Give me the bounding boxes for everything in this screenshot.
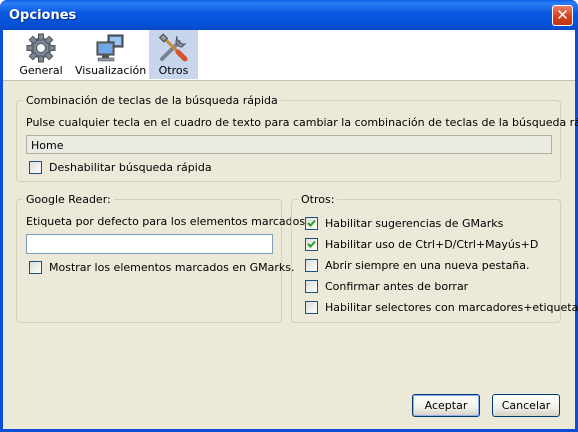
option-confirm-delete-checkbox[interactable] xyxy=(305,280,318,293)
option-confirm-delete-label: Confirmar antes de borrar xyxy=(325,280,469,293)
show-marked-label: Mostrar los elementos marcados en GMarks… xyxy=(49,261,295,274)
monitor-icon xyxy=(96,34,124,62)
show-marked-checkbox[interactable] xyxy=(29,261,42,274)
option-ctrl-d[interactable]: Habilitar uso de Ctrl+D/Ctrl+Mayús+D xyxy=(305,237,555,252)
disable-quicksearch-option[interactable]: Deshabilitar búsqueda rápida xyxy=(29,160,279,175)
reader-group: Google Reader: Etiqueta por defecto para… xyxy=(16,193,309,323)
other-group-title: Otros: xyxy=(298,193,338,206)
option-new-tab-checkbox[interactable] xyxy=(305,259,318,272)
shortcut-description: Pulse cualquier tecla en el cuadro de te… xyxy=(26,116,578,129)
option-new-tab[interactable]: Abrir siempre en una nueva pestaña. xyxy=(305,258,555,273)
tab-visualizacion[interactable]: Visualización xyxy=(75,30,147,79)
option-selectors[interactable]: Habilitar selectores con marcadores+etiq… xyxy=(305,300,578,315)
shortcut-key-value: Home xyxy=(31,139,64,152)
window-title: Opciones xyxy=(9,8,77,23)
shortcut-group-title: Combinación de teclas de la búsqueda ráp… xyxy=(23,94,281,107)
tab-general[interactable]: General xyxy=(11,30,71,79)
option-ctrl-d-checkbox[interactable] xyxy=(305,238,318,251)
dialog-body: General Visualización Otros Combinación … xyxy=(3,30,578,429)
tab-general-label: General xyxy=(19,64,63,77)
option-selectors-checkbox[interactable] xyxy=(305,301,318,314)
other-group: Otros: Habilitar sugerencias de GMarks H… xyxy=(291,193,578,323)
disable-quicksearch-label: Deshabilitar búsqueda rápida xyxy=(49,161,212,174)
cancel-button[interactable]: Cancelar xyxy=(492,394,560,417)
option-suggestions[interactable]: Habilitar sugerencias de GMarks xyxy=(305,216,555,231)
shortcut-key-field[interactable]: Home xyxy=(26,135,552,154)
shortcut-group: Combinación de teclas de la búsqueda ráp… xyxy=(16,94,578,182)
checkmark-icon xyxy=(307,240,316,248)
tools-icon xyxy=(158,33,188,62)
gear-icon xyxy=(26,33,56,63)
option-suggestions-checkbox[interactable] xyxy=(305,217,318,230)
option-selectors-label: Habilitar selectores con marcadores+etiq… xyxy=(325,301,578,314)
reader-tag-input[interactable] xyxy=(26,234,273,254)
option-confirm-delete[interactable]: Confirmar antes de borrar xyxy=(305,279,555,294)
tab-otros-label: Otros xyxy=(158,64,189,77)
close-button[interactable]: ✕ xyxy=(552,5,573,26)
option-suggestions-label: Habilitar sugerencias de GMarks xyxy=(325,217,504,230)
tab-visualizacion-label: Visualización xyxy=(75,64,147,77)
option-ctrl-d-label: Habilitar uso de Ctrl+D/Ctrl+Mayús+D xyxy=(325,238,539,251)
category-toolbar: General Visualización Otros xyxy=(3,30,575,81)
reader-group-title: Google Reader: xyxy=(23,193,114,206)
close-icon: ✕ xyxy=(556,6,569,24)
option-new-tab-label: Abrir siempre en una nueva pestaña. xyxy=(325,259,530,272)
options-dialog: Opciones ✕ General Visualización Otros C… xyxy=(0,0,578,432)
title-bar[interactable]: Opciones ✕ xyxy=(0,0,578,30)
disable-quicksearch-checkbox[interactable] xyxy=(29,161,42,174)
tab-otros[interactable]: Otros xyxy=(149,30,198,79)
show-marked-option[interactable]: Mostrar los elementos marcados en GMarks… xyxy=(29,260,294,275)
checkmark-icon xyxy=(307,219,316,227)
reader-tag-label: Etiqueta por defecto para los elementos … xyxy=(26,215,309,228)
accept-button[interactable]: Aceptar xyxy=(412,394,480,417)
